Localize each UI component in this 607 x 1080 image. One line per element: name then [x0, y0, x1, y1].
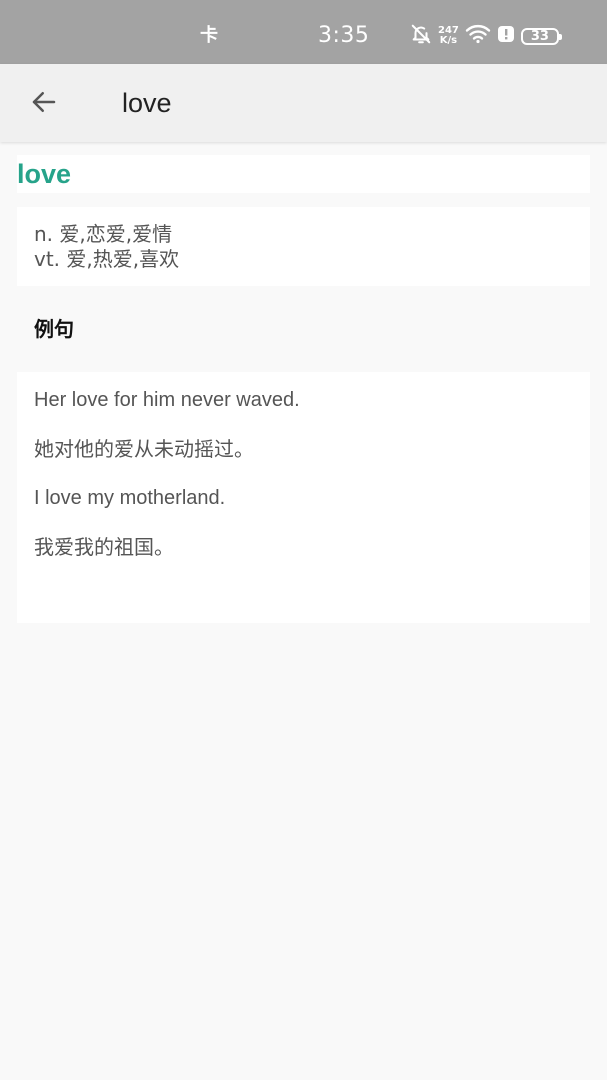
definition-noun: n. 爱,恋爱,爱情	[34, 222, 173, 246]
status-bar: 卡 3:35 247 K/s 33	[0, 0, 607, 64]
battery-level: 33	[530, 28, 549, 44]
status-icons: 247 K/s 33	[410, 22, 562, 50]
example-1-english: Her love for him never waved.	[34, 389, 300, 411]
arrow-left-icon	[29, 87, 59, 121]
sim-indicator: 卡	[200, 25, 218, 46]
headword: love	[17, 159, 72, 189]
examples-card: Her love for him never waved. 她对他的爱从未动摇过…	[17, 372, 590, 623]
example-2-english: I love my motherland.	[34, 487, 226, 509]
definitions-card: n. 爱,恋爱,爱情 vt. 爱,热爱,喜欢	[17, 207, 590, 286]
headword-card: love	[17, 155, 590, 193]
bell-off-icon	[410, 23, 432, 49]
example-1-chinese: 她对他的爱从未动摇过。	[34, 437, 254, 461]
definition-verb: vt. 爱,热爱,喜欢	[34, 247, 180, 271]
back-button[interactable]	[26, 86, 62, 122]
battery-icon: 33	[520, 27, 562, 45]
definition-list: n. 爱,恋爱,爱情 vt. 爱,热爱,喜欢	[34, 222, 179, 272]
page-title: love	[122, 88, 172, 118]
net-speed-unit: K/s	[439, 35, 458, 46]
example-2-chinese: 我爱我的祖国。	[34, 535, 174, 559]
app-bar: love	[0, 64, 607, 142]
alert-icon	[497, 25, 515, 47]
examples-section-title: 例句	[34, 317, 74, 341]
wifi-icon	[465, 24, 491, 48]
status-time: 3:35	[318, 23, 370, 48]
net-speed: 247 K/s	[438, 26, 459, 46]
